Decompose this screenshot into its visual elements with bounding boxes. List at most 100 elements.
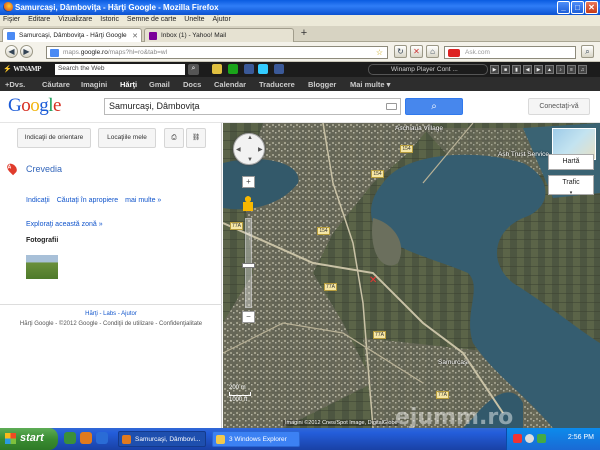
print-icon[interactable]: ⎙ xyxy=(164,128,184,148)
gbar-maps[interactable]: Hărţi xyxy=(120,80,137,89)
player-button[interactable]: ♫ xyxy=(578,65,587,74)
menu-bar: Fişier Editare Vizualizare Istoric Semne… xyxy=(0,15,600,26)
facebook-icon[interactable] xyxy=(274,64,284,74)
player-button[interactable]: ▮ xyxy=(512,65,521,74)
google-logo[interactable]: Google xyxy=(8,95,61,117)
pan-control[interactable]: ▲ ▼ ◀ ▶ xyxy=(233,133,265,165)
zoom-in-button[interactable]: + xyxy=(242,176,255,188)
search-nearby-link[interactable]: Căutaţi în apropiere xyxy=(57,197,118,204)
forward-button[interactable]: ▶ xyxy=(20,45,33,58)
place-name[interactable]: Crevedia xyxy=(26,164,62,174)
photo-thumbnail[interactable] xyxy=(26,255,58,279)
pan-right-icon[interactable]: ▶ xyxy=(258,146,263,153)
gbar-more[interactable]: Mai multe ▾ xyxy=(350,80,390,89)
url-bar[interactable]: maps.google.ro/maps?hl=ro&tab=wl ☆ xyxy=(46,46,388,59)
menu-history[interactable]: Istoric xyxy=(97,15,122,23)
taskbar-item-label: Samurcaşi, Dâmbovi... xyxy=(135,436,201,443)
player-button[interactable]: ▶ xyxy=(490,65,499,74)
explore-area-link[interactable]: Exploraţi această zonă » xyxy=(26,221,103,228)
gbar-gmail[interactable]: Gmail xyxy=(149,80,170,89)
scale-bar: 200 m 1000 ft xyxy=(229,385,251,403)
player-button[interactable]: ◀ xyxy=(523,65,532,74)
map-place-label: Ash Trust Service xyxy=(498,151,549,158)
winamp-search-input[interactable]: Search the Web xyxy=(55,64,185,75)
stop-button[interactable]: ✕ xyxy=(410,45,423,58)
home-icon[interactable]: ⌂ xyxy=(426,45,439,58)
menu-view[interactable]: Vizualizare xyxy=(55,15,95,23)
menu-edit[interactable]: Editare xyxy=(25,15,53,23)
firefox-icon xyxy=(122,435,131,444)
close-tab-icon[interactable]: ✕ xyxy=(132,32,138,40)
ie-quicklaunch-icon[interactable] xyxy=(96,432,108,444)
start-button[interactable]: start xyxy=(0,428,58,450)
link-icon[interactable]: ⛓ xyxy=(186,128,206,148)
maps-search-input[interactable]: Samurcaşi, Dâmboviţa xyxy=(104,98,401,115)
pan-left-icon[interactable]: ◀ xyxy=(236,146,241,153)
satellite-map[interactable]: 154 154 77A 154 77A 77A 77A Aschiaua Vil… xyxy=(223,123,600,428)
twitter-icon[interactable] xyxy=(258,64,268,74)
traffic-button[interactable]: Trafic ▾ xyxy=(548,175,594,196)
windows-taskbar: start Samurcaşi, Dâmbovi... 3 Windows Ex… xyxy=(0,428,600,450)
close-window-button[interactable]: ✕ xyxy=(585,1,598,14)
clock[interactable]: 2:56 PM xyxy=(568,434,594,441)
player-button[interactable]: ■ xyxy=(501,65,510,74)
quicklaunch-icon[interactable] xyxy=(64,432,76,444)
winamp-search-icon[interactable]: ⌕ xyxy=(188,64,199,75)
pan-up-icon[interactable]: ▲ xyxy=(247,135,253,141)
pan-down-icon[interactable]: ▼ xyxy=(247,157,253,163)
menu-file[interactable]: Fişier xyxy=(0,15,23,23)
bookmark-star-icon[interactable]: ☆ xyxy=(376,48,383,57)
map-village-label: Samurcaşi xyxy=(438,359,469,366)
satellite-imagery xyxy=(223,123,600,428)
directions-button[interactable]: Indicaţii de orientare xyxy=(17,128,91,148)
menu-bookmarks[interactable]: Semne de carte xyxy=(124,15,179,23)
player-button[interactable]: ▶ xyxy=(534,65,543,74)
toolbar-app-icon[interactable] xyxy=(212,64,222,74)
toolbar-app-icon[interactable] xyxy=(228,64,238,74)
zoom-out-button[interactable]: − xyxy=(242,311,255,323)
menu-tools[interactable]: Unelte xyxy=(181,15,207,23)
my-places-button[interactable]: Locaţiile mele xyxy=(98,128,156,148)
keyboard-icon[interactable] xyxy=(386,103,397,110)
reload-button[interactable]: ↻ xyxy=(394,45,407,58)
player-button[interactable]: ♪ xyxy=(556,65,565,74)
gbar-search[interactable]: Căutare xyxy=(42,80,70,89)
menu-help[interactable]: Ajutor xyxy=(209,15,233,23)
taskbar-explorer-window[interactable]: 3 Windows Explorer xyxy=(212,431,300,447)
firefox-icon xyxy=(3,2,13,12)
gbar-blogger[interactable]: Blogger xyxy=(308,80,336,89)
tray-icon[interactable] xyxy=(525,434,534,443)
search-engine-field[interactable]: Ask.com xyxy=(444,46,576,59)
sign-in-button[interactable]: Conectaţi-vă xyxy=(528,98,590,115)
back-button[interactable]: ◀ xyxy=(5,45,18,58)
firefox-quicklaunch-icon[interactable] xyxy=(80,432,92,444)
directions-link[interactable]: Indicaţii xyxy=(26,197,50,204)
tray-icon[interactable] xyxy=(537,434,546,443)
gbar-images[interactable]: Imagini xyxy=(81,80,107,89)
winamp-player-control[interactable]: Winamp Player Cont ... xyxy=(368,64,488,75)
new-tab-button[interactable]: + xyxy=(297,28,311,41)
map-type-button[interactable]: Hartă xyxy=(548,154,594,170)
player-button[interactable]: ▲ xyxy=(545,65,554,74)
tab-label: Samurcaşi, Dâmboviţa - Hărţi Google xyxy=(19,32,127,39)
search-go-icon[interactable]: ⌕ xyxy=(581,45,594,58)
footer-links[interactable]: Hărţi - Labs - Ajutor xyxy=(0,311,222,317)
gbar-docs[interactable]: Docs xyxy=(183,80,201,89)
minimize-button[interactable]: _ xyxy=(557,1,570,14)
side-panel: Indicaţii de orientare Locaţiile mele ⎙ … xyxy=(0,123,222,428)
gbar-calendar[interactable]: Calendar xyxy=(214,80,246,89)
street-view-pegman-icon[interactable] xyxy=(243,196,253,214)
gbar-plus-you[interactable]: +Dvs. xyxy=(5,80,25,89)
toolbar-app-icon[interactable] xyxy=(244,64,254,74)
gbar-translate[interactable]: Traducere xyxy=(259,80,295,89)
zoom-slider-handle[interactable] xyxy=(242,263,255,268)
tab-google-maps[interactable]: Samurcaşi, Dâmboviţa - Hărţi Google ✕ xyxy=(2,28,142,42)
taskbar-firefox-window[interactable]: Samurcaşi, Dâmbovi... xyxy=(118,431,206,447)
player-button[interactable]: ≡ xyxy=(567,65,576,74)
footer-legal[interactable]: Hărţi Google - ©2012 Google - Condiţii d… xyxy=(0,321,222,327)
tray-icon[interactable] xyxy=(513,434,522,443)
tab-yahoo-mail[interactable]: Inbox (1) - Yahoo! Mail xyxy=(144,28,294,42)
search-button[interactable]: ⌕ xyxy=(405,98,463,115)
maximize-button[interactable]: □ xyxy=(571,1,584,14)
more-link[interactable]: mai multe » xyxy=(125,197,161,204)
